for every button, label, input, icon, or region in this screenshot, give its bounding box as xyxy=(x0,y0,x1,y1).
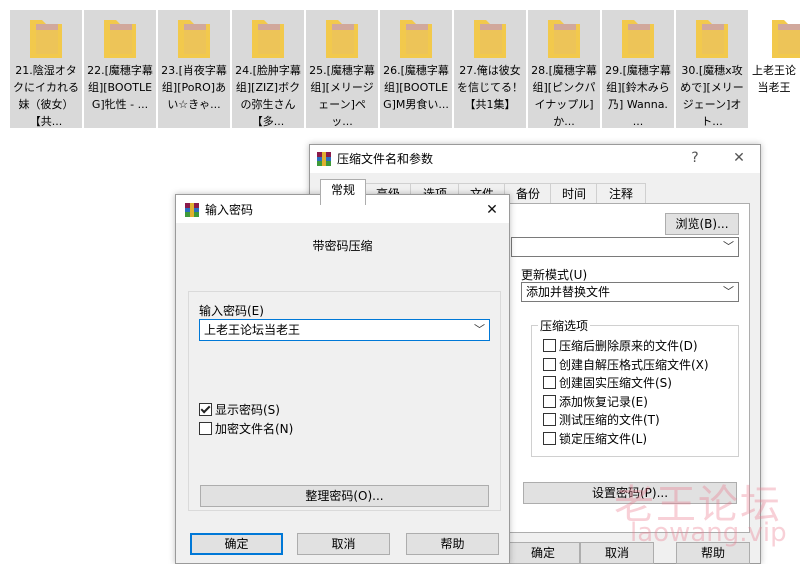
folder-name: 25.[魔穗字幕组][メリージェーン]ペッ... xyxy=(309,64,375,128)
compression-options-label: 压缩选项 xyxy=(538,317,591,334)
checkbox-box xyxy=(199,403,212,416)
help-icon[interactable]: ? xyxy=(682,148,708,168)
close-icon[interactable]: ✕ xyxy=(726,148,752,168)
checkbox-box xyxy=(543,394,556,408)
folder-icon xyxy=(28,16,64,60)
compression-option-checkbox[interactable]: 测试压缩的文件(T) xyxy=(543,412,660,428)
checkbox-box xyxy=(543,376,556,389)
folder-icon xyxy=(620,16,656,60)
compression-option-checkbox[interactable]: 创建固实压缩文件(S) xyxy=(543,375,672,391)
folder-item[interactable]: 30.[魔穗x攻めで][メリージェーン]オト... xyxy=(676,10,748,128)
folder-name: 22.[魔穗字幕组][BOOTLEG]牝性 - ... xyxy=(87,64,153,111)
folder-strip: 21.陰湿オタクにイカれる妹（彼女）【共... 22.[魔穗字幕组][BOOTLE… xyxy=(0,0,800,130)
folder-item[interactable]: 26.[魔穗字幕组][BOOTLEG]M男食い... xyxy=(380,10,452,128)
organize-passwords-button[interactable]: 整理密码(O)... xyxy=(200,485,489,507)
checkbox-box xyxy=(199,422,212,435)
close-icon[interactable]: ✕ xyxy=(479,200,505,220)
folder-name: 27.俺は彼女を信じてる！【共1集】 xyxy=(457,64,523,111)
enter-password-dialog: 输入密码 ✕ 带密码压缩 输入密码(E) 上老王论坛当老王 ﹀ 显示密码(S) … xyxy=(175,194,510,564)
checkbox-box xyxy=(543,431,556,445)
folder-icon xyxy=(250,16,286,60)
compression-option-checkbox[interactable]: 锁定压缩文件(L) xyxy=(543,431,647,447)
browse-button[interactable]: 浏览(B)... xyxy=(665,213,739,235)
window-title: 输入密码 xyxy=(205,203,254,217)
winrar-icon xyxy=(185,203,199,217)
folder-icon xyxy=(770,16,800,60)
folder-item[interactable]: 24.[脸肿字幕组][ZIZ]ボクの弥生さん【多... xyxy=(232,10,304,128)
folder-name: 24.[脸肿字幕组][ZIZ]ボクの弥生さん【多... xyxy=(235,64,301,128)
tab-backup[interactable]: 备份 xyxy=(504,183,552,204)
update-mode-label: 更新模式(U) xyxy=(521,268,588,282)
update-mode-select[interactable]: 添加并替换文件 ﹀ xyxy=(521,282,739,302)
folder-item[interactable]: 上老王论当老王 xyxy=(752,10,800,128)
folder-icon xyxy=(324,16,360,60)
folder-item[interactable]: 22.[魔穗字幕组][BOOTLEG]牝性 - ... xyxy=(84,10,156,128)
window-title: 压缩文件名和参数 xyxy=(337,152,434,166)
ok-button[interactable]: 确定 xyxy=(190,533,283,555)
winrar-icon xyxy=(317,152,331,166)
folder-item[interactable]: 25.[魔穗字幕组][メリージェーン]ペッ... xyxy=(306,10,378,128)
folder-icon xyxy=(176,16,212,60)
folder-item[interactable]: 23.[肖夜字幕组][PoRO]あい☆きゃ... xyxy=(158,10,230,128)
folder-name: 26.[魔穗字幕组][BOOTLEG]M男食い... xyxy=(383,64,449,111)
folder-icon xyxy=(694,16,730,60)
tab-comment[interactable]: 注释 xyxy=(596,183,646,204)
folder-item[interactable]: 27.俺は彼女を信じてる！【共1集】 xyxy=(454,10,526,128)
chevron-down-icon: ﹀ xyxy=(723,285,734,298)
show-password-checkbox[interactable]: 显示密码(S) xyxy=(199,402,280,418)
folder-item[interactable]: 21.陰湿オタクにイカれる妹（彼女）【共... xyxy=(10,10,82,128)
folder-name: 28.[魔穗字幕组][ピンクパイナップル] か... xyxy=(531,64,597,128)
folder-icon xyxy=(472,16,508,60)
cancel-button[interactable]: 取消 xyxy=(297,533,390,555)
folder-icon xyxy=(546,16,582,60)
folder-item[interactable]: 29.[魔穗字幕组][鈴木みら乃] Wanna. ... xyxy=(602,10,674,128)
folder-name: 21.陰湿オタクにイカれる妹（彼女）【共... xyxy=(13,64,79,128)
compression-option-checkbox[interactable]: 压缩后删除原来的文件(D) xyxy=(543,338,698,354)
chevron-down-icon: ﹀ xyxy=(474,323,485,336)
password-input[interactable]: 上老王论坛当老王 ﹀ xyxy=(199,319,490,341)
chevron-down-icon: ﹀ xyxy=(723,240,734,253)
folder-icon xyxy=(102,16,138,60)
folder-name: 23.[肖夜字幕组][PoRO]あい☆きゃ... xyxy=(161,64,227,111)
checkbox-box xyxy=(543,413,556,426)
compression-option-checkbox[interactable]: 创建自解压格式压缩文件(X) xyxy=(543,357,709,373)
folder-icon xyxy=(398,16,434,60)
folder-name: 30.[魔穗x攻めで][メリージェーン]オト... xyxy=(680,64,744,128)
folder-item[interactable]: 28.[魔穗字幕组][ピンクパイナップル] か... xyxy=(528,10,600,128)
title-bar[interactable]: 压缩文件名和参数 ? ✕ xyxy=(310,145,760,173)
checkbox-box xyxy=(543,339,556,352)
folder-name: 29.[魔穗字幕组][鈴木みら乃] Wanna. ... xyxy=(605,64,671,128)
help-button[interactable]: 帮助 xyxy=(406,533,499,555)
folder-name: 上老王论当老王 xyxy=(752,64,796,94)
checkbox-box xyxy=(543,357,556,371)
compression-option-checkbox[interactable]: 添加恢复记录(E) xyxy=(543,394,648,410)
archive-name-combo[interactable]: ﹀ xyxy=(511,237,739,257)
tab-time[interactable]: 时间 xyxy=(550,183,598,204)
encrypt-filenames-checkbox[interactable]: 加密文件名(N) xyxy=(199,421,293,437)
password-label: 输入密码(E) xyxy=(199,304,264,318)
tab-general[interactable]: 常规 xyxy=(320,179,366,205)
dialog-heading: 带密码压缩 xyxy=(312,239,373,253)
watermark-url: laowang.vip xyxy=(630,518,787,548)
